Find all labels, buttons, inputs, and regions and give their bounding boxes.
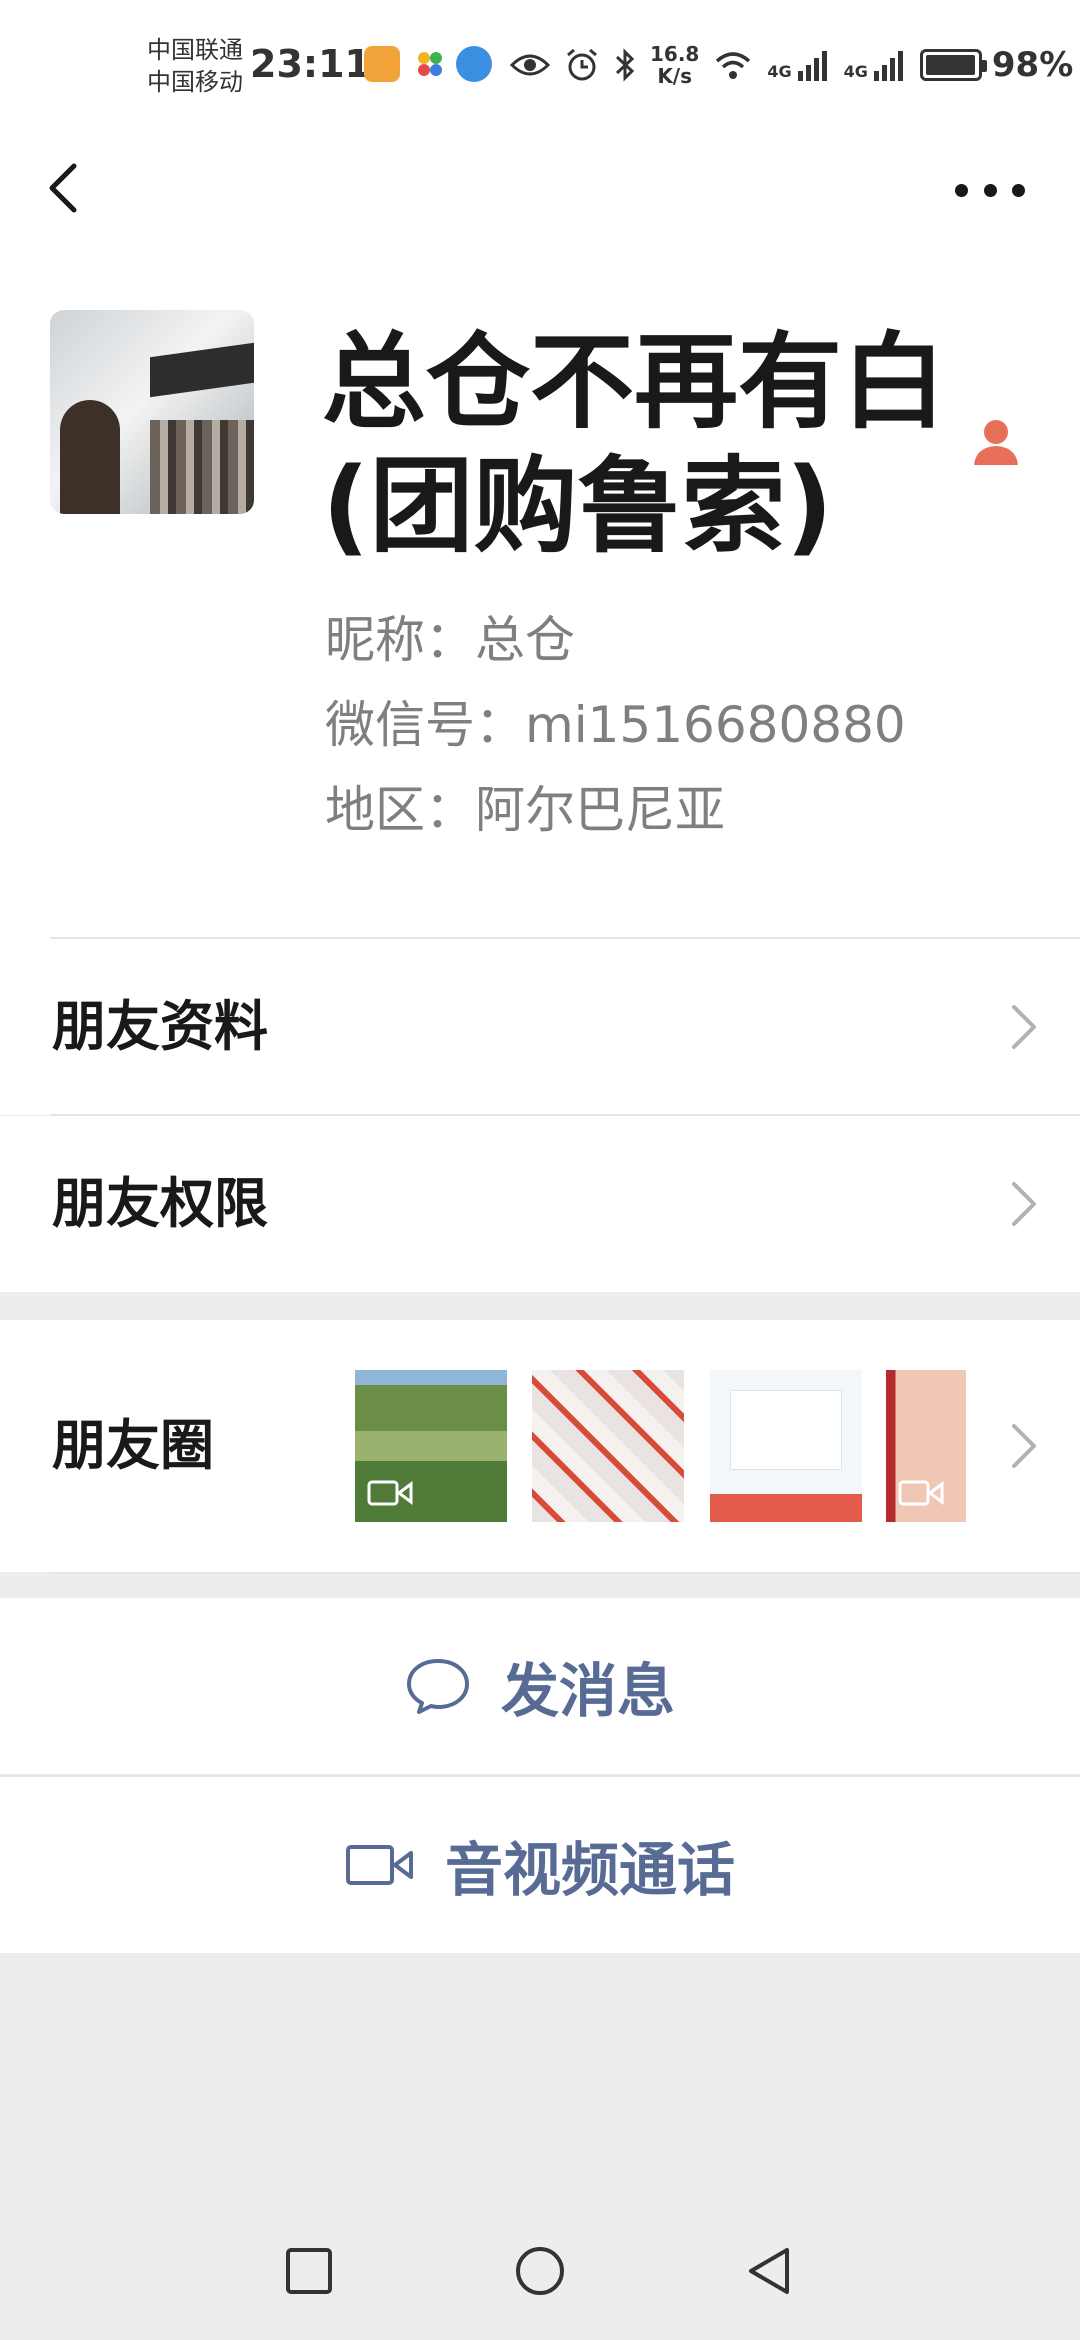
signal-2: 4G <box>844 49 906 81</box>
avatar-photo <box>150 342 254 398</box>
signal-bars-icon <box>797 51 827 81</box>
friend-permissions-row[interactable]: 朋友权限 <box>0 1116 1080 1292</box>
nickname: 昵称：总仓 <box>325 611 575 669</box>
globe-app-icon <box>456 46 492 82</box>
signal-bars-icon <box>873 51 903 81</box>
eye-icon <box>510 54 550 76</box>
clock: 23:11 <box>250 42 371 86</box>
moments-label: 朋友圈 <box>52 1414 214 1477</box>
moments-thumbnail <box>532 1370 684 1522</box>
more-button[interactable] <box>955 170 1025 210</box>
battery-percent: 98% <box>991 45 1074 85</box>
pinwheel-app-icon <box>412 46 448 82</box>
chevron-right-icon <box>1012 1005 1036 1049</box>
divider <box>50 1572 1080 1574</box>
friend-profile-row[interactable]: 朋友资料 <box>0 939 1080 1115</box>
battery-icon <box>919 49 987 81</box>
friend-permissions-label: 朋友权限 <box>52 1172 268 1235</box>
back-nav-button[interactable] <box>743 2245 795 2297</box>
back-button[interactable] <box>38 158 98 218</box>
moments-row[interactable]: 朋友圈 <box>0 1320 1080 1572</box>
profile-header: 总仓不再有白 (团购鲁索) 昵称：总仓 微信号：mi1516680880 地区：… <box>0 250 1080 940</box>
app-notification-icon <box>364 46 400 82</box>
video-call-button[interactable]: 音视频通话 <box>0 1777 1080 1953</box>
signal-1: 4G <box>767 49 829 81</box>
region: 地区：阿尔巴尼亚 <box>325 781 725 839</box>
battery: 98% <box>919 45 1074 85</box>
female-user-icon <box>974 420 1018 465</box>
chevron-right-icon <box>1012 1182 1036 1226</box>
recent-apps-button[interactable] <box>283 2245 335 2297</box>
more-dots-icon <box>955 183 968 197</box>
moments-thumbnail <box>710 1370 862 1522</box>
moments-thumbnail <box>886 1370 966 1522</box>
carrier-2: 中国移动 <box>147 68 243 96</box>
status-bar: 中国联通 中国移动 23:11 16.8 K/s 4G 4G 98% <box>0 0 1080 120</box>
send-message-label: 发消息 <box>500 1657 675 1725</box>
video-call-label: 音视频通话 <box>444 1836 735 1904</box>
carrier-1: 中国联通 <box>147 36 243 64</box>
wechat-id[interactable]: 微信号：mi1516680880 <box>325 685 906 757</box>
video-camera-icon <box>345 1845 413 1885</box>
net-speed: 16.8 K/s <box>650 42 700 88</box>
wifi-icon <box>716 52 751 79</box>
alarm-icon <box>567 48 597 81</box>
top-navigation <box>0 120 1080 250</box>
chevron-left-icon <box>49 163 77 213</box>
display-name: 总仓不再有白 (团购鲁索) <box>322 321 947 567</box>
home-button[interactable] <box>514 2245 566 2297</box>
chat-bubble-icon <box>406 1659 469 1714</box>
carrier-labels: 中国联通 中国移动 <box>147 34 243 98</box>
system-navigation-bar <box>0 2200 1080 2340</box>
moments-thumbnail <box>355 1370 507 1522</box>
friend-profile-label: 朋友资料 <box>52 995 268 1058</box>
send-message-button[interactable]: 发消息 <box>0 1598 1080 1774</box>
video-icon <box>367 1480 413 1506</box>
avatar[interactable] <box>50 310 254 514</box>
video-icon <box>898 1480 944 1506</box>
bluetooth-icon <box>615 48 635 82</box>
chevron-right-icon <box>1012 1424 1036 1468</box>
